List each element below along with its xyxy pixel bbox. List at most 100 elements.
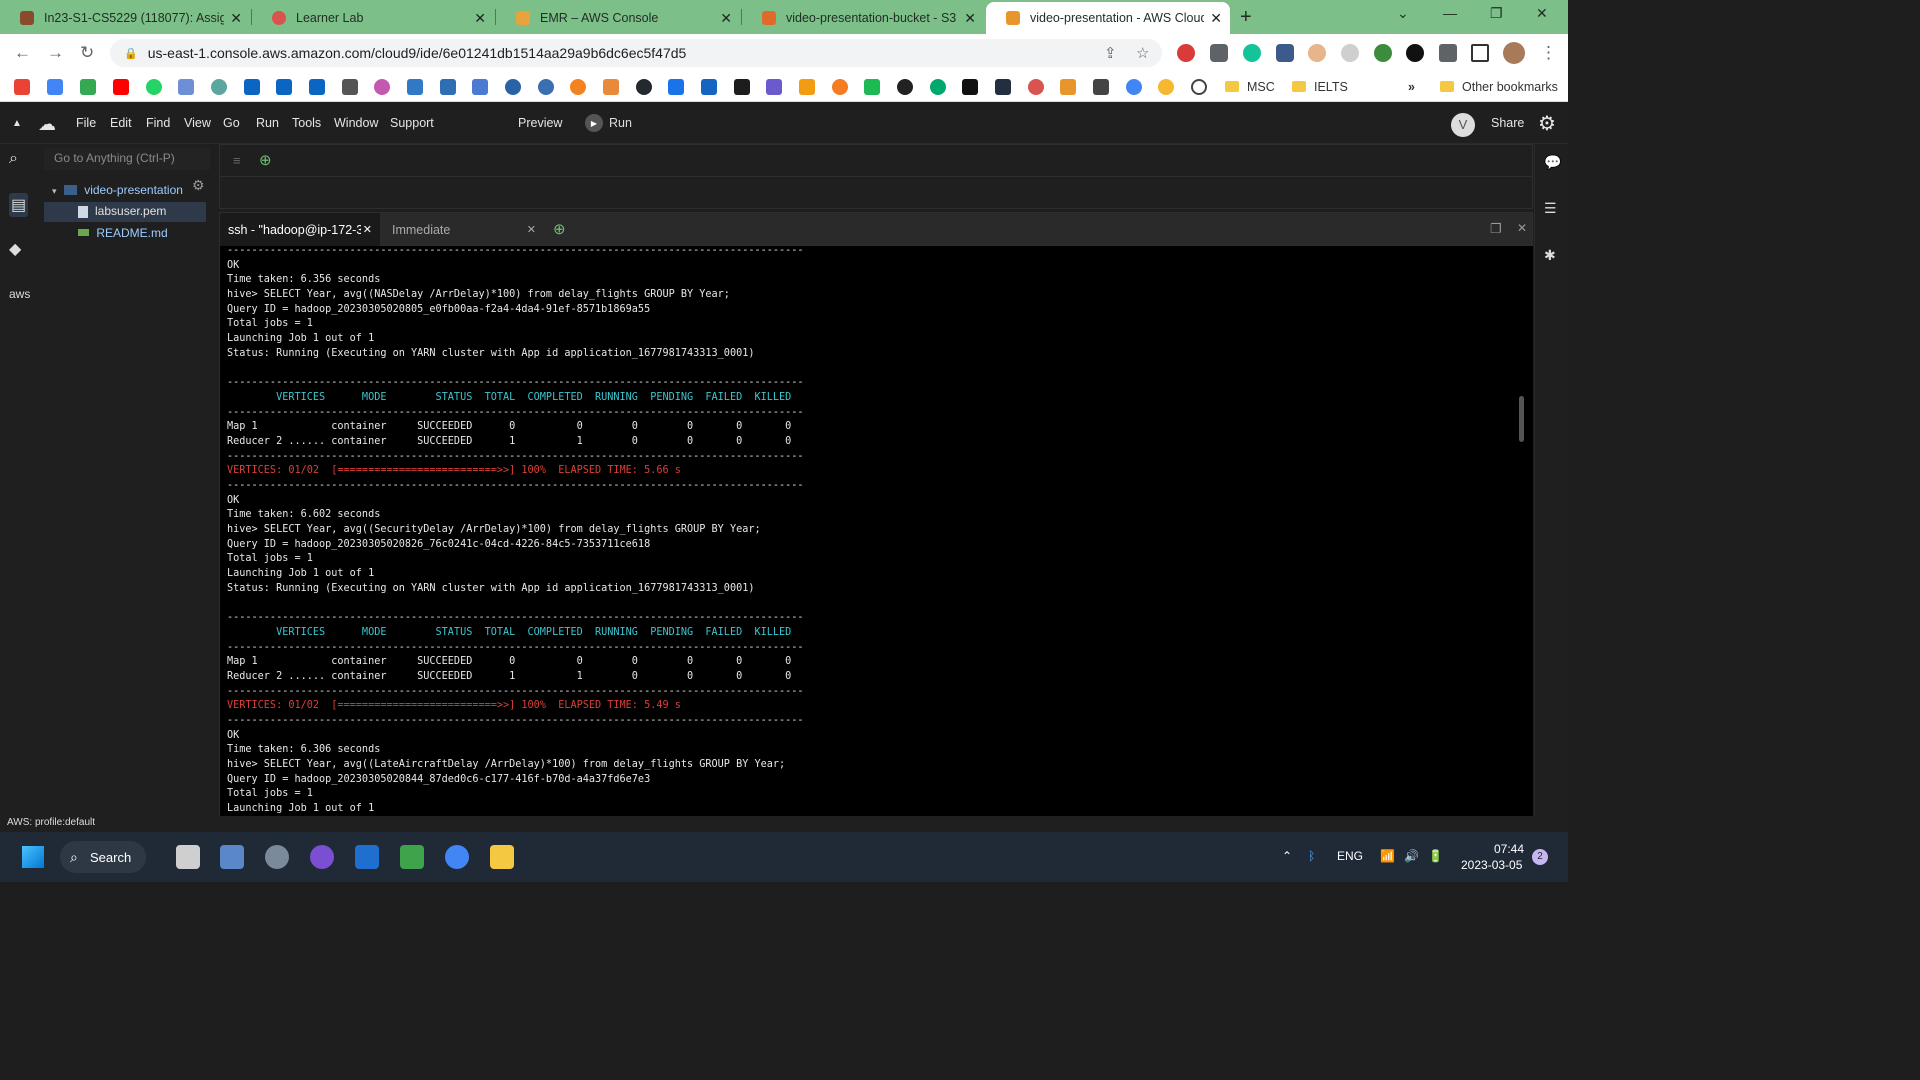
tree-root-folder[interactable]: ▾ video-presentation [52,183,183,197]
slack-icon[interactable] [734,79,750,95]
user-avatar[interactable]: V [1451,113,1475,137]
forward-icon[interactable]: → [47,43,64,63]
taskbar-search[interactable]: ⌕ Search [60,841,146,873]
close-icon[interactable]: ✕ [363,223,372,236]
source-control-icon[interactable]: ◆ [9,239,21,259]
clock-icon[interactable] [1191,79,1207,95]
other-bookmarks[interactable]: Other bookmarks [1440,80,1558,94]
bookmark-star-icon[interactable]: ☆ [1136,44,1149,62]
close-icon[interactable]: ✕ [720,10,732,27]
collapse-icon[interactable]: ▲ [12,118,22,129]
linkedin-icon[interactable] [309,79,325,95]
globe-extension-icon[interactable] [1374,44,1392,62]
bookmarks-overflow-icon[interactable]: » [1408,80,1415,94]
kebab-menu-icon[interactable]: ⋮ [1540,43,1557,63]
record-extension-icon[interactable] [1406,44,1424,62]
run-button[interactable]: ▶ Run [585,114,632,132]
gmail-icon[interactable] [14,79,30,95]
face-extension-icon[interactable] [1308,44,1326,62]
d-icon[interactable] [864,79,880,95]
aws-toolkit-icon[interactable]: aws [9,287,30,301]
json-icon[interactable] [701,79,717,95]
chevron-up-icon[interactable]: ⌃ [1282,849,1292,863]
browser-tab-0[interactable]: In23-S1-CS5229 (118077): Assignm ✕ [0,2,250,34]
menu-window[interactable]: Window [334,116,378,130]
menu-edit[interactable]: Edit [110,116,132,130]
aws-icon[interactable] [995,79,1011,95]
close-icon[interactable]: ✕ [230,10,242,27]
tools-icon[interactable] [799,79,815,95]
browser-tab-3[interactable]: video-presentation-bucket - S3 b ✕ [742,2,984,34]
wifi-icon[interactable]: 📶 [1380,849,1395,863]
notepad-icon[interactable] [400,845,424,869]
extension-icon[interactable] [1341,44,1359,62]
side-panel-icon[interactable] [1471,44,1489,62]
preview-button[interactable]: Preview [518,116,562,130]
terminal-tab-ssh[interactable]: ssh - "hadoop@ip-172-31 ✕ [220,213,380,246]
menu-tools[interactable]: Tools [292,116,321,130]
typescript-icon[interactable] [407,79,423,95]
chatgpt-icon[interactable] [211,79,227,95]
close-icon[interactable]: ✕ [964,10,976,27]
tree-file-readme[interactable]: README.md [78,226,168,240]
maximize-icon[interactable]: ❐ [1490,221,1502,237]
restore-icon[interactable]: ❐ [1490,5,1503,22]
vocareum-icon[interactable] [1028,79,1044,95]
grid-icon[interactable] [342,79,358,95]
minimize-icon[interactable]: — [1443,5,1457,21]
close-panel-icon[interactable]: ✕ [1517,221,1527,235]
s-icon[interactable] [930,79,946,95]
search-icon[interactable]: ⌕ [9,150,18,168]
tab-search-icon[interactable]: ⌄ [1397,5,1409,22]
cube-icon[interactable] [1060,79,1076,95]
chrome-icon[interactable] [445,845,469,869]
globe-icon[interactable] [538,79,554,95]
bookmark-icon[interactable] [603,79,619,95]
windows-start-icon[interactable] [22,846,44,868]
cube-icon[interactable] [440,79,456,95]
hamburger-icon[interactable]: ≡ [233,153,241,168]
menu-file[interactable]: File [76,116,96,130]
drive-icon[interactable] [80,79,96,95]
star-icon[interactable] [1158,79,1174,95]
notification-badge[interactable]: 2 [1532,849,1548,865]
browser-tab-2[interactable]: EMR – AWS Console ✕ [496,2,740,34]
feather-icon[interactable] [505,79,521,95]
circle-icon[interactable] [832,79,848,95]
back-icon[interactable]: ← [14,43,31,63]
cb-icon[interactable] [1093,79,1109,95]
close-icon[interactable]: ✕ [1210,10,1222,27]
menu-run[interactable]: Run [256,116,279,130]
add-terminal-icon[interactable]: ⊕ [553,220,566,238]
adblock-extension-icon[interactable] [1177,44,1195,62]
grammarly-extension-icon[interactable] [1243,44,1261,62]
extensions-puzzle-icon[interactable] [1439,44,1457,62]
ide-status-bar[interactable]: AWS: profile:default [0,816,1568,832]
reload-icon[interactable]: ↻ [80,43,94,63]
url-field[interactable]: 🔒 us-east-1.console.aws.amazon.com/cloud… [110,39,1162,67]
cube-icon[interactable] [472,79,488,95]
terminal-tab-immediate[interactable]: Immediate ✕ [384,213,544,246]
collaborate-icon[interactable]: 💬 [1544,154,1561,171]
settings-gear-icon[interactable]: ⚙ [1538,111,1556,136]
flower-icon[interactable] [374,79,390,95]
task-view-icon[interactable] [176,845,200,869]
reader-extension-icon[interactable] [1210,44,1228,62]
code-icon[interactable] [766,79,782,95]
new-tab-button[interactable]: + [1240,6,1252,29]
battery-icon[interactable]: 🔋 [1428,849,1443,863]
bird-icon[interactable] [897,79,913,95]
menu-view[interactable]: View [184,116,211,130]
close-icon[interactable]: ✕ [474,10,486,27]
environment-files-icon[interactable]: ▤ [9,193,29,217]
clock-date[interactable]: 2023-03-05 [1461,858,1522,872]
profile-avatar[interactable] [1503,42,1525,64]
linkedin-icon[interactable] [276,79,292,95]
settings-icon[interactable] [265,845,289,869]
youtube-icon[interactable] [113,79,129,95]
translate-icon[interactable] [178,79,194,95]
hackerrank-icon[interactable] [962,79,978,95]
chrome-icon[interactable] [1126,79,1142,95]
browser-tab-1[interactable]: Learner Lab ✕ [252,2,494,34]
share-icon[interactable]: ⇪ [1104,44,1117,62]
